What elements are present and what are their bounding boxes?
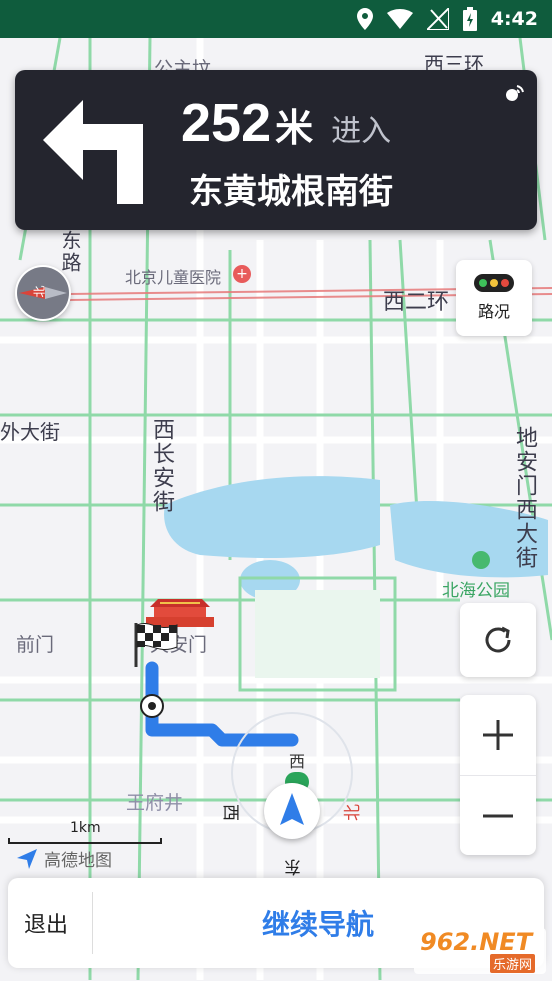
traffic-light-icon xyxy=(474,274,514,292)
brand-name: 高德地图 xyxy=(44,851,112,871)
clock: 4:42 xyxy=(490,8,538,30)
scale-bar: 1km xyxy=(8,820,162,844)
watermark-main: 962.NET xyxy=(420,928,533,956)
destination-flag-icon xyxy=(132,621,182,669)
hospital-icon: + xyxy=(233,265,251,283)
watermark-sub: 乐游网 xyxy=(490,954,536,973)
watermark: 962.NET 乐游网 xyxy=(414,928,546,974)
label-childrens-hospital: 北京儿童医院 xyxy=(125,268,222,287)
turn-action: 进入 xyxy=(331,114,392,149)
compass-north-label: 北 xyxy=(32,285,47,298)
label-xi-changan-jie: 西长安街 xyxy=(149,418,174,514)
traffic-label: 路况 xyxy=(477,302,510,321)
no-signal-icon xyxy=(426,8,449,30)
label-beihai-park: 北海公园 xyxy=(442,581,510,601)
direction-north-label: 北 xyxy=(343,804,363,821)
label-qianmen: 前门 xyxy=(16,634,55,656)
refresh-icon xyxy=(485,626,511,653)
turn-left-icon xyxy=(39,96,161,208)
wifi-icon xyxy=(386,9,413,29)
traffic-red-dot xyxy=(500,279,509,287)
traffic-yellow-dot xyxy=(489,279,498,287)
distance-value: 252 xyxy=(181,93,272,153)
voice-broadcast-icon[interactable] xyxy=(503,82,525,108)
compass-button[interactable]: 北 xyxy=(15,265,71,321)
scale-label: 1km xyxy=(70,820,101,836)
zoom-out-button[interactable] xyxy=(460,775,536,856)
turn-instruction-card: 252 米 进入 东黄城根南街 xyxy=(15,70,537,230)
status-bar: 4:42 xyxy=(0,0,552,38)
traffic-green-dot xyxy=(479,279,488,287)
park-icon xyxy=(472,551,490,569)
brand-logo: 高德地图 xyxy=(16,846,112,871)
exit-button[interactable]: 退出 xyxy=(8,878,84,968)
distance-unit: 米 xyxy=(275,106,314,150)
west-badge-text: 西 xyxy=(288,752,305,771)
minus-icon xyxy=(483,814,513,818)
destination-marker xyxy=(140,694,164,718)
bottom-divider xyxy=(92,892,93,954)
scale-line xyxy=(8,838,162,844)
label-west-second-ring: 西二环 xyxy=(383,290,450,315)
refresh-route-button[interactable] xyxy=(460,603,536,677)
amap-logo-icon xyxy=(17,848,37,869)
distance-row: 252 米 进入 xyxy=(181,92,392,153)
traffic-toggle-button[interactable]: 路况 xyxy=(456,260,532,336)
location-icon xyxy=(356,8,373,30)
plus-icon xyxy=(483,720,513,750)
next-street-name: 东黄城根南街 xyxy=(189,172,393,212)
zoom-controls xyxy=(460,695,536,855)
current-position-icon xyxy=(264,783,320,839)
west-badge: 西 xyxy=(283,748,311,792)
direction-west-label: 西 xyxy=(220,804,240,821)
label-wangfujing: 王府井 xyxy=(126,792,184,814)
battery-charging-icon xyxy=(462,7,477,31)
zoom-in-button[interactable] xyxy=(460,695,536,775)
label-wai-dajie: 外大街 xyxy=(0,420,60,444)
label-dianmen-xi-dajie: 地安门西大街 xyxy=(512,426,537,570)
